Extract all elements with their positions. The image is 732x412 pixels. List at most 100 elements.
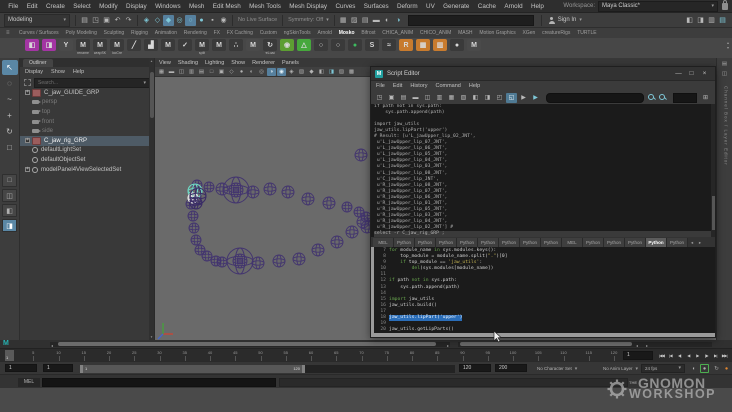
execute-all-icon[interactable]: ▶ [518,93,529,103]
shelf-clock2-icon[interactable]: ○ [330,39,346,55]
scroll-up-icon[interactable]: ▴ [149,59,154,63]
play-forward-button[interactable]: ▶ [693,350,702,361]
shelf-tab-mosko[interactable]: Mosko [335,30,358,36]
script-tab-9-mel[interactable]: MEL [562,238,583,247]
shelf-graph-icon[interactable]: ▟ [143,39,159,55]
viewport-menu-renderer[interactable]: Renderer [252,60,275,66]
paint-effects-icon[interactable]: ◐ [382,15,393,26]
shelf-tab-poly-modeling[interactable]: Poly Modeling [62,30,100,36]
scroll-down-icon[interactable]: ▾ [149,335,154,339]
outliner-menu-help[interactable]: Help [73,69,84,75]
outliner-persp-layout-button[interactable]: ◨ [2,219,17,232]
viewport-menu-panels[interactable]: Panels [282,60,299,66]
shelf-copyweights-icon[interactable]: M [211,39,227,55]
four-pane-layout-button[interactable]: ◫ [2,189,17,202]
expand-icon[interactable]: + [25,90,30,96]
vp-isolate-select-icon[interactable]: ◧ [317,68,326,76]
shelf-scroll-arrows[interactable]: ▴ ▾ [727,40,729,50]
vp-safe-action-icon[interactable]: □ [207,68,216,76]
vp-dof-icon[interactable]: ◆ [307,68,316,76]
shelf-sym-icon[interactable]: ≈ [381,39,397,55]
shelf-weights-tool-icon[interactable]: ◧ [24,39,40,55]
script-tab-6-python[interactable]: Python [499,238,520,247]
script-tab-11-python[interactable]: Python [604,238,625,247]
redo-icon[interactable]: ↷ [123,15,134,26]
outliner-tab[interactable]: Outliner [23,59,53,67]
ipr-render-icon[interactable]: ▨ [349,15,360,26]
clear-history-icon[interactable]: ▬ [410,93,421,103]
shelf-tab-rendering[interactable]: Rendering [180,30,210,36]
menu-cache[interactable]: Cache [474,3,501,10]
save-scene-icon[interactable]: ▣ [101,15,112,26]
shelf-split-icon[interactable]: Msplit [194,39,210,55]
menu-modify[interactable]: Modify [95,3,122,10]
rotate-tool[interactable]: ↻ [2,124,18,139]
script-tab-14-python[interactable]: Python [667,238,688,247]
shelf-menu-icon[interactable]: ≡ [0,30,16,36]
step-forward-frame-button[interactable]: ▶| [711,350,720,361]
menu-arnold[interactable]: Arnold [500,3,527,10]
outliner-menu-display[interactable]: Display [25,69,43,75]
script-editor-menu-command[interactable]: Command [435,83,460,89]
outliner-search-input[interactable]: Search... ▾ [34,77,150,88]
script-tab-4-python[interactable]: Python [457,238,478,247]
line-numbers-icon[interactable]: ▦ [446,93,457,103]
current-frame-marker[interactable]: 1 [5,350,14,361]
script-tab-7-python[interactable]: Python [520,238,541,247]
outliner-scrollbar[interactable]: ▴ ▾ [149,58,154,340]
echo-all-commands-icon[interactable]: ◫ [422,93,433,103]
vp-grid-icon[interactable]: ▦ [157,68,166,76]
workspace-selector[interactable]: Maya Classic* ▾ [598,0,718,12]
clear-all-icon[interactable]: ◨ [482,93,493,103]
vp-safe-title-icon[interactable]: ▣ [217,68,226,76]
shelf-reload-icon[interactable]: ↻ reLoad [262,39,278,55]
outliner-item-defaultobjectset[interactable]: defaultObjectSet [20,155,154,165]
sign-in-button[interactable]: Sign In ▾ [545,16,586,24]
script-tab-13-python[interactable]: Python [646,238,667,247]
vp-ao-icon[interactable]: ◉ [277,67,286,76]
set-key-icon[interactable]: ● [722,364,731,373]
status-input-field[interactable] [407,14,534,26]
menu-generate[interactable]: Generate [439,3,474,10]
menu-edit-mesh[interactable]: Edit Mesh [209,3,245,10]
menu-file[interactable]: File [4,3,23,10]
shelf-tab-turtle[interactable]: TURTLE [574,30,600,36]
vp-resolution-gate-icon[interactable]: ◫ [177,68,186,76]
script-tab-12-python[interactable]: Python [625,238,646,247]
execute-icon[interactable]: ▶ [530,93,541,103]
outliner-item-top[interactable]: top [20,107,154,117]
outliner-item-c-jaw-guide-grp[interactable]: + C_jaw_GUIDE_GRP [20,88,154,98]
menu-surfaces[interactable]: Surfaces [360,3,393,10]
shelf-s-tool-icon[interactable]: S [364,39,380,55]
shelf-clock-icon[interactable]: ○ [313,39,329,55]
current-time-field[interactable]: 1 [623,350,653,360]
playback-end-field[interactable]: 120 [459,364,491,372]
suppress-output-icon[interactable]: ▥ [434,93,445,103]
shelf-mel-script3-icon[interactable]: M [466,39,482,55]
animation-start-field[interactable]: 1 [5,364,37,372]
shelf-tab-sculpting[interactable]: Sculpting [100,30,127,36]
channel-box-toggle-icon[interactable]: ▤ [717,15,728,26]
outliner-item-front[interactable]: front [20,117,154,127]
menu-set-selector[interactable]: Modeling ▾ [4,13,70,27]
auto-keyframe-icon[interactable]: ● [700,364,709,373]
undo-icon[interactable]: ↶ [112,15,123,26]
goto-line-field[interactable] [673,92,697,103]
display-layer-icon[interactable]: ▬ [371,15,382,26]
step-forward-key-button[interactable]: |▶ [702,350,711,361]
shelf-tab-animation[interactable]: Animation [151,30,180,36]
go-to-start-button[interactable]: |◀◀ [657,350,666,361]
animation-prefs-icon[interactable]: ↻ [712,364,721,373]
menu-mesh-tools[interactable]: Mesh Tools [245,3,285,10]
input-horizontal-scrollbar[interactable] [371,333,715,337]
snap-view-plane-icon[interactable]: ○ [185,14,196,26]
viewport-menu-view[interactable]: View [159,60,171,66]
script-tab-10-python[interactable]: Python [583,238,604,247]
maximize-button[interactable]: □ [685,69,698,79]
menu-edit[interactable]: Edit [23,3,42,10]
history-scrollbar[interactable] [711,104,715,237]
script-tab-2-python[interactable]: Python [415,238,436,247]
split-pane-layout-button[interactable]: ◧ [2,204,17,217]
right-panel-vertical-tab[interactable]: Channel Box / Layer Editor [721,86,729,166]
shelf-orange-grid-icon[interactable]: ▦ [415,39,431,55]
